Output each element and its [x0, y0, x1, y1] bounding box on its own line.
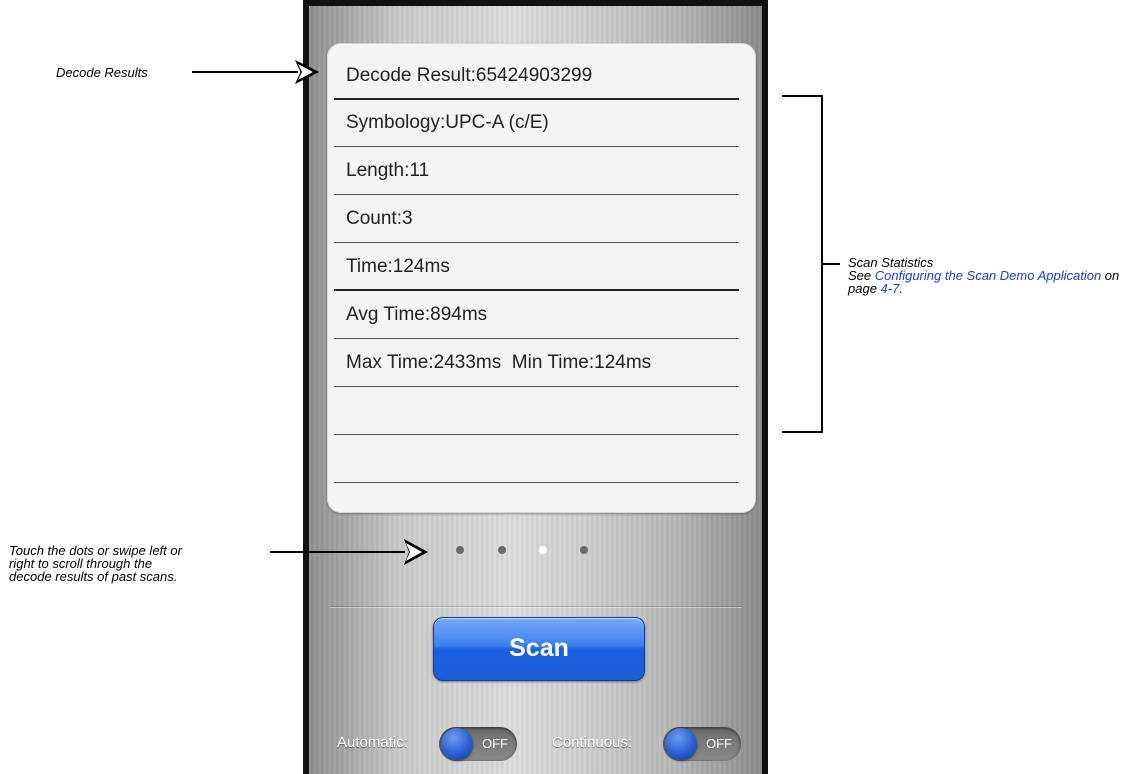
page-dot[interactable] [456, 546, 464, 554]
decode-results-annotation: Decode Results [56, 65, 148, 80]
length-label: Length: [346, 160, 410, 181]
toggle-knob [441, 728, 473, 760]
max-min-time-row: Max Time:2433ms Min Time:124ms [334, 340, 739, 387]
continuous-state: OFF [706, 736, 732, 751]
dots-annotation-line: decode results of past scans. [9, 569, 178, 584]
page-indicator [309, 546, 762, 558]
empty-row [334, 436, 739, 483]
continuous-label: Continuous: [552, 734, 633, 751]
scan-statistics-see: See Configuring the Scan Demo Applicatio… [848, 269, 1126, 295]
configuring-link[interactable]: Configuring the Scan Demo Application [875, 268, 1101, 283]
decode-results-panel: Decode Result:65424903299 Symbology:UPC-… [327, 43, 756, 513]
min-time-value: 124ms [594, 352, 652, 373]
time-row: Time:124ms [334, 244, 739, 291]
page-dot[interactable] [580, 546, 588, 554]
decode-results-arrow [192, 59, 320, 85]
time-label: Time: [346, 256, 393, 277]
automatic-toggle[interactable]: OFF [439, 727, 517, 761]
avg-time-label: Avg Time: [346, 304, 431, 325]
phone-frame: Decode Result:65424903299 Symbology:UPC-… [303, 0, 768, 774]
dots-annotation: Touch the dots or swipe left or right to… [9, 544, 182, 583]
automatic-state: OFF [482, 736, 508, 751]
page-link[interactable]: 4-7 [881, 281, 900, 296]
automatic-label: Automatic: [337, 734, 408, 751]
divider [329, 606, 742, 607]
toggle-knob [665, 728, 697, 760]
period-text: . [899, 281, 903, 296]
decode-result-row: Decode Result:65424903299 [334, 53, 739, 100]
count-value: 3 [401, 208, 413, 229]
scan-statistics-annotation: Scan Statistics See Configuring the Scan… [848, 256, 1126, 295]
min-time-label: Min Time: [511, 352, 595, 373]
symbology-row: Symbology:UPC-A (c/E) [334, 100, 739, 147]
decode-result-label: Decode Result: [346, 65, 476, 86]
page-dot-active[interactable] [539, 546, 547, 554]
avg-time-value: 894ms [430, 304, 488, 325]
scan-button[interactable]: Scan [433, 617, 645, 681]
max-time-value: 2433ms [433, 352, 502, 373]
continuous-toggle[interactable]: OFF [663, 727, 741, 761]
length-value: 11 [409, 160, 430, 181]
empty-row [334, 388, 739, 435]
decode-result-value: 65424903299 [475, 65, 593, 86]
length-row: Length:11 [334, 148, 739, 195]
time-value: 124ms [392, 256, 450, 277]
scan-demo-screen: Decode Result:65424903299 Symbology:UPC-… [309, 6, 762, 774]
symbology-value: UPC-A (c/E) [445, 112, 549, 133]
count-row: Count:3 [334, 196, 739, 243]
max-time-label: Max Time: [346, 352, 434, 373]
scan-statistics-bracket [782, 95, 840, 433]
avg-time-row: Avg Time:894ms [334, 292, 739, 339]
page-dot[interactable] [498, 546, 506, 554]
symbology-label: Symbology: [346, 112, 446, 133]
count-label: Count: [346, 208, 402, 229]
